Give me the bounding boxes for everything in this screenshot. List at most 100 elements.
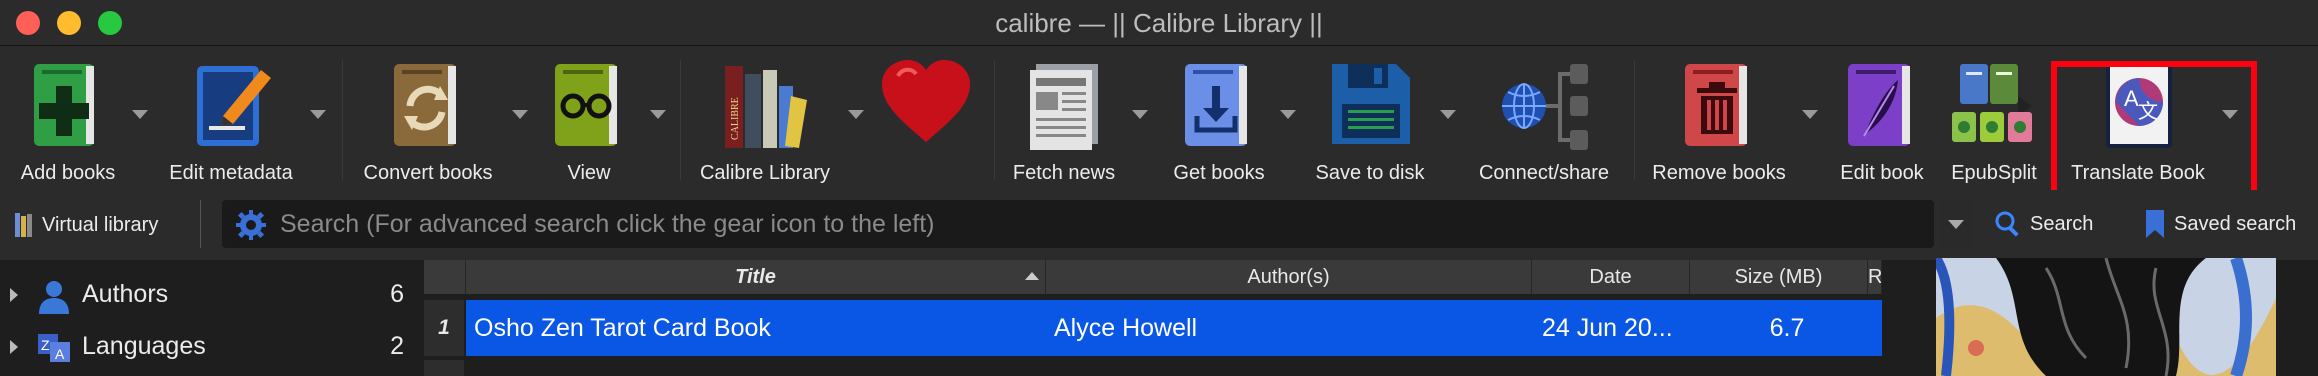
get-books-dropdown-arrow[interactable] — [1280, 110, 1296, 119]
toolbar-separator — [680, 60, 681, 180]
book-cover-image[interactable] — [1936, 258, 2276, 376]
tag-browser: Authors 6 Z A Languages 2 — [0, 260, 420, 376]
window-titlebar: calibre — || Calibre Library || — [0, 0, 2318, 46]
donate-button[interactable] — [872, 52, 980, 186]
expand-arrow-icon[interactable] — [10, 340, 18, 354]
epubsplit-button[interactable]: EpubSplit — [1944, 52, 2044, 186]
convert-books-icon — [394, 64, 456, 146]
person-icon — [39, 281, 69, 314]
epubsplit-label: EpubSplit — [1951, 162, 2037, 184]
cell-date: 24 Jun 20... — [1542, 314, 1673, 342]
add-books-dropdown-arrow[interactable] — [132, 110, 148, 119]
column-header-rownum — [424, 260, 466, 294]
save-to-disk-button[interactable]: Save to disk — [1308, 52, 1432, 186]
main-toolbar: Add books Edit metadata Convert books Vi… — [0, 46, 2318, 252]
saved-search-label: Saved search — [2174, 212, 2297, 235]
add-books-label: Add books — [20, 162, 116, 184]
edit-metadata-button[interactable]: Edit metadata — [166, 52, 296, 186]
library-books-icon: CALIBRE — [725, 66, 807, 148]
search-box — [222, 200, 1934, 248]
tag-browser-item-languages[interactable]: Z A Languages 2 — [0, 320, 420, 372]
fetch-news-dropdown-arrow[interactable] — [1132, 110, 1148, 119]
edit-metadata-icon — [197, 66, 271, 146]
convert-books-dropdown-arrow[interactable] — [512, 110, 528, 119]
column-header-date[interactable]: Date — [1532, 260, 1690, 294]
convert-books-label: Convert books — [363, 162, 493, 184]
get-books-button[interactable]: Get books — [1166, 52, 1272, 186]
tag-browser-item-count: 6 — [390, 280, 404, 308]
tag-browser-item-count: 2 — [390, 332, 404, 360]
floppy-disk-icon — [1332, 64, 1410, 144]
books-stack-icon — [15, 213, 32, 237]
calibre-library-dropdown-arrow[interactable] — [848, 110, 864, 119]
calibre-library-button[interactable]: CALIBRE Calibre Library — [690, 52, 840, 186]
column-header-label: Title — [735, 266, 776, 288]
heart-icon — [882, 60, 970, 142]
search-bar-row: Virtual library Search (For advanced sea… — [0, 190, 2318, 260]
tag-browser-item-label: Authors — [82, 280, 169, 308]
cell-authors: Alyce Howell — [1054, 314, 1198, 342]
table-row[interactable]: Osho Zen Tarot Card Book Alyce Howell 24… — [466, 300, 1882, 356]
search-button-label: Search — [2030, 212, 2094, 235]
search-input[interactable] — [280, 204, 1880, 244]
row-number — [424, 360, 464, 376]
view-button[interactable]: View — [544, 52, 634, 186]
search-button[interactable]: Search — [1994, 206, 2093, 242]
column-header-title[interactable]: Title — [466, 260, 1046, 294]
svg-text:Z: Z — [41, 337, 50, 353]
view-book-icon — [555, 64, 617, 146]
toolbar-separator — [342, 60, 343, 180]
add-books-button[interactable]: Add books — [8, 52, 128, 186]
toolbar-separator — [1634, 60, 1635, 180]
edit-metadata-label: Edit metadata — [169, 162, 293, 184]
saved-search-button[interactable]: Saved search — [2144, 206, 2296, 242]
language-icon: Z A — [38, 334, 70, 362]
sort-ascending-icon — [1025, 272, 1039, 280]
window-title: calibre — || Calibre Library || — [995, 8, 1323, 38]
toolbar-separator — [994, 60, 995, 180]
convert-books-button[interactable]: Convert books — [358, 52, 498, 186]
row-number: 1 — [424, 300, 464, 356]
search-history-dropdown[interactable] — [1938, 200, 1974, 248]
fetch-news-button[interactable]: Fetch news — [1004, 52, 1124, 186]
remove-books-dropdown-arrow[interactable] — [1802, 110, 1818, 119]
remove-books-icon — [1685, 64, 1747, 146]
remove-books-button[interactable]: Remove books — [1648, 52, 1790, 186]
tag-browser-item-authors[interactable]: Authors 6 — [0, 268, 420, 320]
connect-share-button[interactable]: Connect/share — [1474, 52, 1614, 186]
add-book-icon — [34, 64, 94, 146]
get-books-icon — [1185, 64, 1247, 146]
table-header: Title Author(s) Date Size (MB) Ra — [424, 260, 1882, 294]
column-header-rating[interactable]: Ra — [1868, 260, 1882, 294]
gear-icon[interactable] — [236, 210, 266, 240]
remove-books-label: Remove books — [1652, 162, 1786, 184]
save-to-disk-label: Save to disk — [1315, 162, 1425, 184]
edit-book-button[interactable]: Edit book — [1830, 52, 1934, 186]
column-header-authors[interactable]: Author(s) — [1046, 260, 1532, 294]
svg-text:A: A — [55, 346, 65, 362]
expand-arrow-icon[interactable] — [10, 288, 18, 302]
newspaper-icon — [1030, 64, 1098, 150]
get-books-label: Get books — [1173, 162, 1265, 184]
book-list-table: Title Author(s) Date Size (MB) Ra 1 Osho… — [424, 260, 1882, 376]
epubsplit-icon — [1952, 64, 2032, 142]
bookmark-icon — [2146, 210, 2164, 238]
calibre-library-label: Calibre Library — [699, 162, 831, 184]
library-spine-text: CALIBRE — [730, 97, 741, 140]
edit-book-label: Edit book — [1840, 162, 1924, 184]
tag-browser-item-label: Languages — [82, 332, 206, 360]
column-header-size[interactable]: Size (MB) — [1690, 260, 1868, 294]
view-dropdown-arrow[interactable] — [650, 110, 666, 119]
search-icon — [1995, 211, 2019, 237]
view-label: View — [567, 162, 611, 184]
cell-size: 6.7 — [1769, 314, 1805, 342]
edit-book-quill-icon — [1848, 64, 1910, 146]
cover-artwork — [1936, 258, 2276, 376]
virtual-library-button[interactable]: Virtual library — [14, 208, 158, 242]
connect-share-icon — [1502, 64, 1588, 150]
edit-metadata-dropdown-arrow[interactable] — [310, 110, 326, 119]
save-to-disk-dropdown-arrow[interactable] — [1440, 110, 1456, 119]
search-separator — [200, 200, 201, 248]
virtual-library-label: Virtual library — [42, 213, 159, 236]
cell-title: Osho Zen Tarot Card Book — [474, 314, 771, 342]
